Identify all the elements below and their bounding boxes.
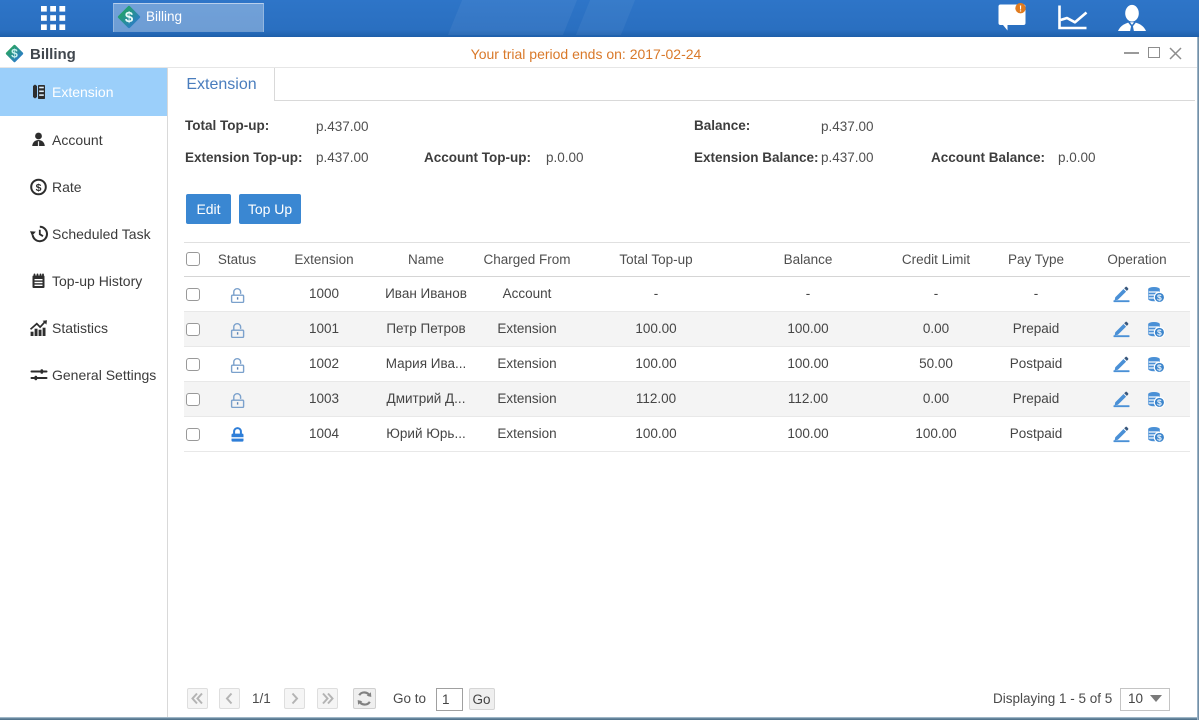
svg-text:$: $ [1157,362,1162,372]
svg-text:$: $ [1157,397,1162,407]
svg-text:$: $ [1157,327,1162,337]
svg-text:!: ! [1019,4,1022,14]
svg-text:$: $ [1157,292,1162,302]
svg-text:$: $ [125,9,134,26]
svg-text:$: $ [1157,432,1162,442]
svg-text:$: $ [36,181,42,193]
